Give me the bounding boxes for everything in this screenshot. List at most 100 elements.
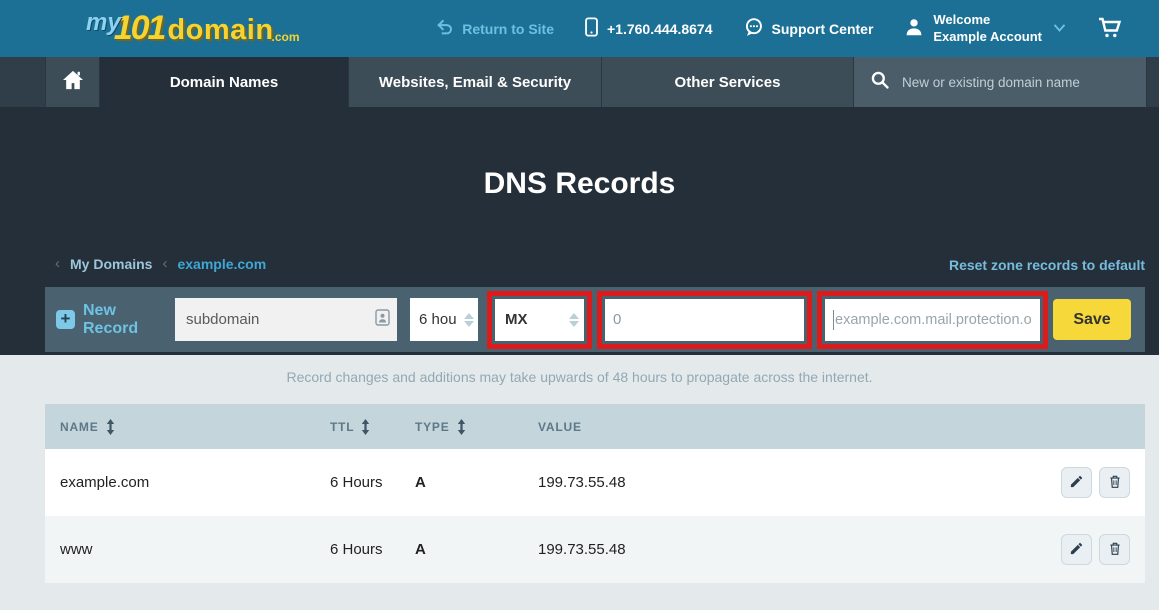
record-type-value: MX [505, 311, 569, 328]
priority-highlight-box [597, 291, 812, 349]
logo-my: my [86, 9, 121, 37]
tab-label: Domain Names [170, 74, 278, 91]
header-label: TYPE [415, 420, 450, 434]
dns-records-table: NAME TTL TYPE VALUE example.com 6 Hours … [45, 404, 1145, 583]
record-type: A [415, 474, 538, 491]
type-highlight-box: MX [487, 291, 592, 349]
table-row: example.com 6 Hours A 199.73.55.48 [45, 449, 1145, 516]
pencil-icon [1069, 541, 1084, 559]
sort-icon[interactable] [457, 419, 466, 435]
subdomain-input[interactable] [184, 310, 375, 329]
home-icon [62, 70, 84, 95]
header-label: TTL [330, 420, 354, 434]
edit-record-button[interactable] [1061, 467, 1092, 498]
spinner-icon [464, 313, 474, 327]
record-ttl: 6 Hours [330, 474, 415, 491]
record-value: 199.73.55.48 [538, 474, 1025, 491]
welcome-line1: Welcome [933, 12, 990, 27]
logo-101: 101 [114, 9, 165, 48]
delete-record-button[interactable] [1099, 467, 1130, 498]
priority-field-wrap [605, 299, 804, 341]
home-button[interactable] [45, 57, 99, 107]
support-center-link[interactable]: Support Center [743, 17, 874, 41]
account-menu[interactable]: Welcome Example Account [903, 12, 1067, 45]
tab-domain-names[interactable]: Domain Names [99, 57, 348, 107]
text-caret [833, 310, 834, 330]
breadcrumb-chevron-icon: ‹ [162, 255, 167, 272]
ttl-select[interactable]: 6 hou [410, 298, 478, 341]
priority-input[interactable] [605, 311, 804, 328]
nav-left-spacer [0, 57, 45, 107]
support-center-label: Support Center [772, 21, 874, 37]
header-name: NAME [45, 419, 330, 435]
ttl-value: 6 hou [419, 311, 464, 328]
main-nav: Domain Names Websites, Email & Security … [0, 57, 1159, 107]
row-actions [1025, 467, 1145, 498]
return-arrow-icon [436, 18, 454, 39]
phone-link[interactable]: +1.760.444.8674 [584, 17, 713, 40]
autofill-contact-icon[interactable] [375, 309, 390, 331]
save-button[interactable]: Save [1053, 299, 1131, 340]
header-type: TYPE [415, 419, 538, 435]
cart-button[interactable] [1097, 15, 1123, 42]
breadcrumb-chevron-icon: ‹ [55, 255, 60, 272]
table-row: www 6 Hours A 199.73.55.48 [45, 516, 1145, 583]
welcome-line2: Example Account [933, 29, 1042, 44]
header-value: VALUE [538, 420, 1025, 434]
header-label: NAME [60, 420, 99, 434]
phone-number: +1.760.444.8674 [607, 21, 713, 37]
subdomain-field-wrap [175, 298, 397, 341]
delete-record-button[interactable] [1099, 534, 1130, 565]
sort-icon[interactable] [106, 419, 115, 435]
spinner-icon [569, 313, 579, 327]
records-section: Record changes and additions may take up… [0, 355, 1159, 610]
value-highlight-box [817, 291, 1048, 349]
trash-icon [1108, 474, 1122, 492]
search-icon [870, 70, 890, 95]
propagation-notice: Record changes and additions may take up… [0, 355, 1159, 385]
return-to-site-label: Return to Site [462, 21, 554, 37]
sort-icon[interactable] [361, 419, 370, 435]
record-ttl: 6 Hours [330, 541, 415, 558]
domain-search-input[interactable] [900, 74, 1130, 91]
welcome-text: Welcome Example Account [933, 12, 1042, 45]
page-title: DNS Records [0, 167, 1159, 201]
tab-label: Other Services [675, 74, 781, 91]
breadcrumb: ‹ My Domains ‹ example.com [55, 255, 266, 272]
support-icon [743, 17, 764, 41]
phone-icon [584, 17, 599, 40]
site-logo[interactable]: my101domain.com [86, 9, 300, 48]
breadcrumb-example-com[interactable]: example.com [177, 256, 266, 272]
new-record-form: + New Record 6 hou MX [45, 287, 1145, 352]
dns-hero-section: DNS Records ‹ My Domains ‹ example.com R… [0, 107, 1159, 355]
plus-icon: + [56, 310, 75, 329]
new-record-label: New Record [83, 302, 175, 338]
tab-label: Websites, Email & Security [379, 74, 571, 91]
breadcrumb-my-domains[interactable]: My Domains [70, 256, 152, 272]
topbar-actions: Return to Site +1.760.444.8674 Support C… [436, 12, 1123, 45]
header-ttl: TTL [330, 419, 415, 435]
record-value-input[interactable] [825, 312, 1040, 328]
new-record-button[interactable]: + New Record [45, 302, 175, 338]
record-type-select[interactable]: MX [495, 299, 584, 341]
edit-record-button[interactable] [1061, 534, 1092, 565]
tab-websites-email-security[interactable]: Websites, Email & Security [348, 57, 601, 107]
cart-icon [1097, 15, 1123, 42]
record-name: www [45, 541, 330, 558]
top-bar: my101domain.com Return to Site +1.760.44… [0, 0, 1159, 57]
table-header-row: NAME TTL TYPE VALUE [45, 404, 1145, 449]
person-icon [903, 16, 925, 41]
header-label: VALUE [538, 420, 582, 434]
row-actions [1025, 534, 1145, 565]
value-field-wrap [825, 299, 1040, 341]
return-to-site-link[interactable]: Return to Site [436, 18, 554, 39]
chevron-down-icon [1052, 21, 1067, 37]
record-type: A [415, 541, 538, 558]
tab-other-services[interactable]: Other Services [601, 57, 853, 107]
pencil-icon [1069, 474, 1084, 492]
logo-tld: .com [272, 30, 300, 44]
domain-search[interactable] [853, 57, 1146, 107]
record-value: 199.73.55.48 [538, 541, 1025, 558]
reset-zone-records-link[interactable]: Reset zone records to default [949, 257, 1145, 273]
logo-domain: domain [167, 14, 273, 47]
